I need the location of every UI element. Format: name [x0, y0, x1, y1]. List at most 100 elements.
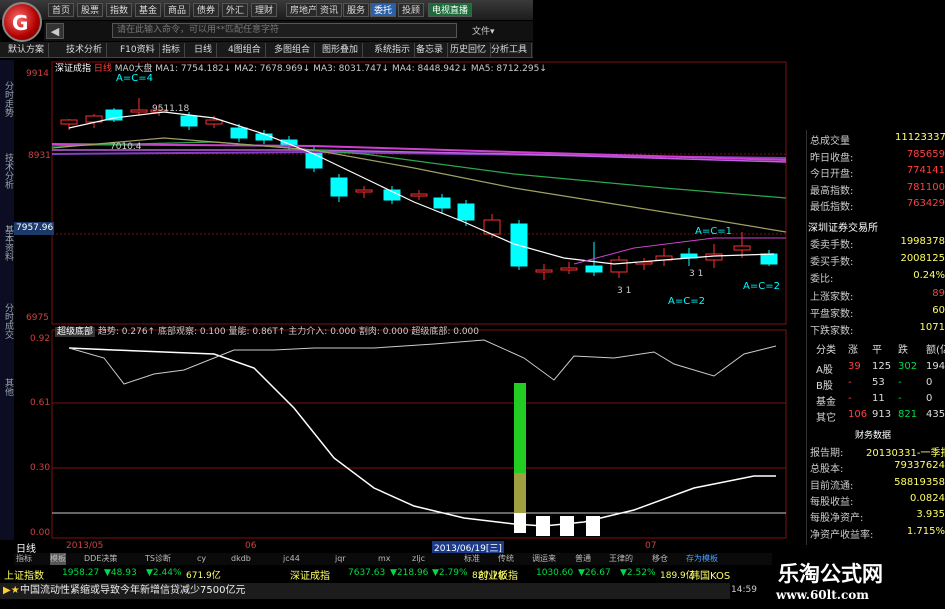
- sidebar-item-1[interactable]: 技术分析: [1, 140, 13, 202]
- menu-13[interactable]: 电视直播: [428, 3, 473, 17]
- indicator-legend: 趋势: 0.276↑ 底部观察: 0.100 量能: 0.86T↑ 主力介入: …: [97, 327, 479, 337]
- menu-11[interactable]: 委托: [370, 3, 397, 17]
- index-change-1: ▼218.96: [390, 568, 429, 578]
- rp-fin-value-5: 1.715%: [906, 525, 945, 537]
- index-name-2[interactable]: 创业板指: [478, 567, 518, 582]
- index-volume-0: 671.9亿: [186, 571, 221, 581]
- rp-top-value-2: 774141: [906, 165, 945, 176]
- menu-4[interactable]: 商品: [164, 3, 191, 17]
- toolbar-item-10[interactable]: 历史回忆: [446, 43, 492, 57]
- news-marquee[interactable]: ▶★ 中国流动性紧缩或导致今年新增信贷减少7500亿元: [0, 583, 730, 599]
- tab-13[interactable]: 普通: [575, 553, 591, 565]
- toolbar-item-2[interactable]: F10资料: [116, 43, 160, 57]
- current-price-tag: 7957.96: [14, 222, 54, 235]
- command-input[interactable]: 请在此输入命令，可以用**匹配任意字符: [112, 23, 457, 38]
- sidebar-item-2[interactable]: 基本资料: [1, 212, 13, 274]
- candle-body-8: [255, 133, 273, 141]
- rp-top-value-1: 785659: [906, 148, 945, 160]
- toolbar-item-9[interactable]: 备忘录: [412, 43, 449, 57]
- file-menu[interactable]: 文件▾: [472, 24, 495, 37]
- rp-fin-label-4: 每股净资产:: [810, 513, 864, 525]
- rp-fin-label-3: 每股收益:: [810, 496, 854, 508]
- menu-2[interactable]: 指数: [106, 3, 133, 17]
- tab-8[interactable]: mx: [378, 553, 391, 565]
- candle-body-11: [330, 177, 348, 197]
- price-axis-bottom: 6975: [26, 313, 49, 323]
- price-axis-mid: 8931: [28, 151, 51, 161]
- menu-12[interactable]: 投顾: [398, 3, 425, 17]
- toolbar-item-5[interactable]: 4图组合: [224, 43, 266, 57]
- toolbar-item-0[interactable]: 默认方案: [4, 43, 50, 57]
- index-change-0: ▼48.93: [104, 568, 137, 578]
- menu-9[interactable]: 资讯: [316, 3, 343, 17]
- candle-body-6: [205, 119, 223, 125]
- tab-10[interactable]: 标准: [464, 553, 480, 565]
- index-name-0[interactable]: 上证指数: [4, 567, 44, 582]
- index-pct-0: ▼2.44%: [146, 568, 182, 578]
- clock: 14:59: [731, 585, 757, 595]
- tab-6[interactable]: jc44: [283, 553, 300, 565]
- menu-0[interactable]: 首页: [48, 3, 75, 17]
- indicator-title[interactable]: 超级底部: [55, 327, 96, 337]
- rp-top-label-0: 总成交量: [810, 136, 850, 147]
- menu-10[interactable]: 服务: [343, 3, 370, 17]
- menu-1[interactable]: 股票: [77, 3, 104, 17]
- toolbar-item-1[interactable]: 技术分析: [62, 43, 108, 57]
- tab-5[interactable]: dkdb: [231, 553, 251, 565]
- bottom-signal-1: [560, 516, 574, 536]
- menu-5[interactable]: 债券: [193, 3, 220, 17]
- candle-body-15: [433, 197, 451, 209]
- sidebar-item-0[interactable]: 分时走势: [1, 68, 13, 130]
- toolbar-item-6[interactable]: 多图组合: [270, 43, 316, 57]
- tab-11[interactable]: 传统: [498, 553, 514, 565]
- rp-cell-1-1: -: [848, 377, 852, 388]
- candle-body-14: [410, 193, 428, 197]
- tab-15[interactable]: 移仓: [652, 553, 668, 565]
- tab-9[interactable]: zljc: [412, 553, 425, 565]
- tab-0[interactable]: 指标: [16, 553, 32, 565]
- tab-12[interactable]: 调运来: [532, 553, 556, 565]
- index-name-3[interactable]: 韩国KOS: [690, 567, 730, 582]
- rp-fin-label-2: 目前流通:: [810, 480, 854, 492]
- tab-3[interactable]: TS诊断: [145, 553, 171, 565]
- toolbar-item-4[interactable]: 日线: [190, 43, 218, 57]
- menu-6[interactable]: 外汇: [222, 3, 249, 17]
- rp-cell-3-1: 106: [848, 409, 868, 420]
- tab-1[interactable]: 模板: [50, 553, 66, 565]
- toolbar-item-7[interactable]: 图形叠加: [318, 43, 364, 57]
- rp-ex-label-0: 委卖手数:: [810, 240, 854, 251]
- rp-cell-1-4: 0: [926, 377, 933, 388]
- rp-top-label-1: 昨日收盘:: [810, 152, 854, 164]
- app-logo[interactable]: G: [2, 2, 42, 42]
- back-arrow-icon[interactable]: ◀: [46, 23, 64, 39]
- sidebar-item-3[interactable]: 分时成交: [1, 290, 13, 352]
- toolbar-item-3[interactable]: 指标: [158, 43, 186, 57]
- sidebar-item-4[interactable]: 其他: [1, 356, 13, 418]
- chart-period: 日线: [93, 64, 112, 74]
- tab-14[interactable]: 王律的: [609, 553, 633, 565]
- rp-fin-value-3: 0.0824: [910, 492, 945, 504]
- toolbar-item-8[interactable]: 系统指示: [370, 43, 416, 57]
- tab-16[interactable]: 存为模板: [686, 553, 718, 565]
- rp-cell-2-3: -: [898, 393, 902, 404]
- rp-fin-value-0: 20130331-一季报: [866, 448, 945, 459]
- tab-7[interactable]: jqr: [335, 553, 346, 565]
- tab-4[interactable]: cy: [197, 553, 206, 565]
- toolbar-item-11[interactable]: 分析工具: [487, 43, 533, 57]
- rp-cell-0-1: 39: [848, 361, 861, 372]
- menu-3[interactable]: 基金: [135, 3, 162, 17]
- marquee-text: 中国流动性紧缩或导致今年新增信贷减少7500亿元: [20, 585, 246, 596]
- rp-fin-title: 财务数据: [855, 431, 892, 441]
- index-name-1[interactable]: 深证成指: [290, 567, 330, 582]
- tab-2[interactable]: DDE决策: [84, 553, 117, 565]
- rp-fin-label-1: 总股本:: [810, 464, 844, 476]
- candle-body-21: [585, 265, 603, 273]
- rp-cell-0-2: 125: [872, 361, 892, 372]
- index-pct-1: ▼2.79%: [432, 568, 468, 578]
- menu-7[interactable]: 理财: [251, 3, 278, 17]
- candle-body-0: [60, 119, 78, 125]
- indicator-trend-line: [68, 347, 776, 527]
- annotation-ac2-left: A=C=2: [668, 296, 705, 307]
- rp-ex-label-5: 下跌家数:: [810, 326, 854, 337]
- indicator-noisy-line: [68, 339, 777, 385]
